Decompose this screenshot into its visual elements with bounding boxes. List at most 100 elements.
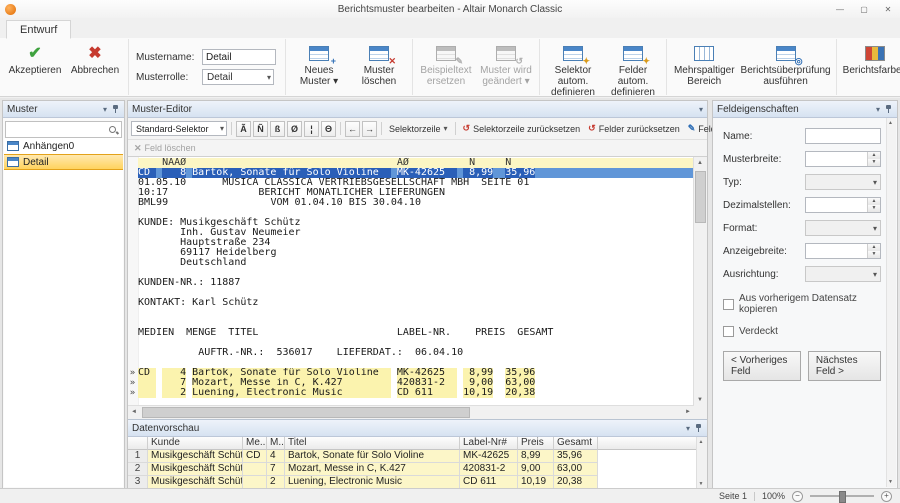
- pin-icon[interactable]: [884, 104, 893, 114]
- cell-preis[interactable]: 8,99: [518, 450, 554, 463]
- trap-pipe-button[interactable]: ¦: [304, 121, 319, 137]
- report-colors-button[interactable]: Berichtsfarben: [840, 41, 900, 76]
- field-gesamt[interactable]: 35,96: [505, 368, 535, 378]
- selector-combo[interactable]: Standard-Selektor ▾: [131, 121, 227, 136]
- reset-fields-button[interactable]: ↺ Felder zurücksetzen: [585, 122, 683, 135]
- field-titel[interactable]: Luening, Electronic Music: [192, 388, 391, 398]
- cell-gesamt[interactable]: 35,96: [554, 450, 598, 463]
- cell-kunde[interactable]: Musikgeschäft Schütz: [148, 476, 243, 488]
- table-row[interactable]: 1 Musikgeschäft Schütz CD 4 Bartok, Sona…: [128, 450, 697, 463]
- selector-trap-row[interactable]: ÑÃÃØ ÃØ Ñ Ñ: [138, 158, 694, 168]
- field-menge[interactable]: 2: [162, 388, 186, 398]
- mustername-input[interactable]: [202, 49, 276, 65]
- cell-menge[interactable]: 2: [267, 476, 285, 488]
- musterbreite-stepper[interactable]: ▲▼: [805, 151, 881, 167]
- field-medien[interactable]: CD: [138, 368, 156, 378]
- report-verify-button[interactable]: ◎ Berichtsüberprüfung ausführen: [738, 41, 832, 87]
- scroll-up-icon[interactable]: ▲: [696, 437, 706, 446]
- cell-medien[interactable]: CD: [243, 450, 267, 463]
- typ-select[interactable]: ▾: [805, 174, 881, 190]
- previous-field-button[interactable]: < Vorheriges Feld: [723, 351, 801, 381]
- scroll-left-icon[interactable]: ◄: [128, 406, 140, 418]
- cell-label-nr[interactable]: MK-42625: [460, 450, 518, 463]
- cancel-button[interactable]: ✖ Abbrechen: [65, 41, 125, 76]
- cell-medien[interactable]: [243, 463, 267, 476]
- selektorzeile-menu-button[interactable]: Selektorzeile ▾: [386, 123, 451, 135]
- field-menge[interactable]: 7: [162, 378, 186, 388]
- report-detail-line[interactable]: » 7 Mozart, Messe in C, K.427 420831-2 9…: [138, 378, 694, 388]
- cell-label-nr[interactable]: CD 611: [460, 476, 518, 488]
- chevron-down-icon[interactable]: ▾: [686, 424, 690, 433]
- multicolumn-region-button[interactable]: Mehrspaltiger Bereich: [670, 41, 738, 87]
- next-field-button[interactable]: Nächstes Feld >: [808, 351, 881, 381]
- report-line[interactable]: MEDIEN MENGE TITEL LABEL-NR. PREIS GESAM…: [138, 328, 694, 338]
- pin-icon[interactable]: [111, 104, 120, 114]
- zoom-slider[interactable]: [810, 495, 874, 497]
- cell-menge[interactable]: 7: [267, 463, 285, 476]
- field-label-nr[interactable]: 420831-2: [397, 378, 457, 388]
- template-change-button[interactable]: ↺ Muster wird geändert ▾: [476, 41, 536, 87]
- trap-numeric-button[interactable]: Ñ: [253, 121, 268, 137]
- column-header-titel[interactable]: Titel: [285, 437, 460, 450]
- report-line[interactable]: Deutschland: [138, 258, 694, 268]
- cell-kunde[interactable]: Musikgeschäft Schütz: [148, 450, 243, 463]
- minimize-button[interactable]: —: [828, 1, 852, 17]
- maximize-button[interactable]: ▢: [852, 1, 876, 17]
- trap-blank-button[interactable]: ß: [270, 121, 285, 137]
- reset-selector-button[interactable]: ↺ Selektorzeile zurücksetzen: [460, 122, 584, 135]
- spin-up-icon[interactable]: ▲: [868, 244, 880, 251]
- cell-medien[interactable]: [243, 476, 267, 488]
- report-view[interactable]: ÑÃÃØ ÃØ Ñ Ñ CD 8 Bartok, Sonate für Solo…: [128, 157, 707, 419]
- cell-preis[interactable]: 9,00: [518, 463, 554, 476]
- field-label-nr[interactable]: CD 611: [397, 388, 457, 398]
- report-detail-line[interactable]: » 2 Luening, Electronic Music CD 611 10,…: [138, 388, 694, 398]
- scrollbar-thumb[interactable]: [695, 171, 706, 223]
- scroll-up-icon[interactable]: ▲: [694, 157, 706, 169]
- cell-gesamt[interactable]: 20,38: [554, 476, 598, 488]
- verdeckt-checkbox[interactable]: [723, 326, 734, 337]
- scroll-right-icon[interactable]: ►: [682, 406, 694, 418]
- field-preis[interactable]: 9,00: [463, 378, 493, 388]
- column-header-medien[interactable]: Me...: [243, 437, 267, 450]
- column-header-label-nr[interactable]: Label-Nr#: [460, 437, 518, 450]
- scroll-up-icon[interactable]: ▲: [886, 118, 895, 128]
- list-item-detail[interactable]: Detail: [4, 154, 123, 170]
- musterrolle-select[interactable]: Detail ▾: [202, 69, 274, 85]
- list-item-anhaengen0[interactable]: Anhängen0: [4, 138, 123, 154]
- ausrichtung-select[interactable]: ▾: [805, 266, 881, 282]
- auto-define-selector-button[interactable]: ✦ Selektor autom. definieren: [543, 41, 603, 98]
- shift-right-button[interactable]: →: [362, 121, 377, 137]
- table-row[interactable]: 3 Musikgeschäft Schütz 2 Luening, Electr…: [128, 476, 697, 488]
- field-gesamt[interactable]: 20,38: [505, 388, 535, 398]
- vertical-scrollbar[interactable]: ▲ ▼: [693, 157, 707, 406]
- report-detail-line[interactable]: » CD 4 Bartok, Sonate für Solo Violine M…: [138, 368, 694, 378]
- pin-icon[interactable]: [694, 423, 703, 433]
- replace-sample-text-button[interactable]: ✎ Beispieltext ersetzen: [416, 41, 476, 87]
- zoom-in-button[interactable]: +: [881, 491, 892, 502]
- cell-menge[interactable]: 4: [267, 450, 285, 463]
- cell-titel[interactable]: Bartok, Sonate für Solo Violine: [285, 450, 460, 463]
- shift-left-button[interactable]: ←: [345, 121, 360, 137]
- copy-previous-checkbox[interactable]: [723, 299, 734, 310]
- trap-alpha-button[interactable]: Ã: [236, 121, 251, 137]
- spin-up-icon[interactable]: ▲: [868, 198, 880, 205]
- column-header-kunde[interactable]: Kunde: [148, 437, 243, 450]
- name-field[interactable]: [805, 128, 881, 144]
- zoom-out-button[interactable]: −: [792, 491, 803, 502]
- field-titel[interactable]: Bartok, Sonate für Solo Violine: [192, 368, 391, 378]
- delete-template-button[interactable]: ✕ Muster löschen: [349, 41, 409, 87]
- spin-up-icon[interactable]: ▲: [868, 152, 880, 159]
- column-header-preis[interactable]: Preis: [518, 437, 554, 450]
- report-line[interactable]: KUNDEN-NR.: 11887: [138, 278, 694, 288]
- dezimalstellen-stepper[interactable]: ▲▼: [805, 197, 881, 213]
- auto-define-fields-button[interactable]: ✦ Felder autom. definieren: [603, 41, 663, 98]
- report-line[interactable]: AUFTR.-NR.: 536017 LIEFERDAT.: 06.04.10: [138, 348, 694, 358]
- spin-down-icon[interactable]: ▼: [868, 205, 880, 212]
- report-line[interactable]: BML99 VOM 01.04.10 BIS 30.04.10: [138, 198, 694, 208]
- spin-down-icon[interactable]: ▼: [868, 251, 880, 258]
- trap-theta-button[interactable]: Θ: [321, 121, 336, 137]
- chevron-down-icon[interactable]: ▾: [103, 105, 107, 114]
- cell-gesamt[interactable]: 63,00: [554, 463, 598, 476]
- cell-titel[interactable]: Luening, Electronic Music: [285, 476, 460, 488]
- format-select[interactable]: ▾: [805, 220, 881, 236]
